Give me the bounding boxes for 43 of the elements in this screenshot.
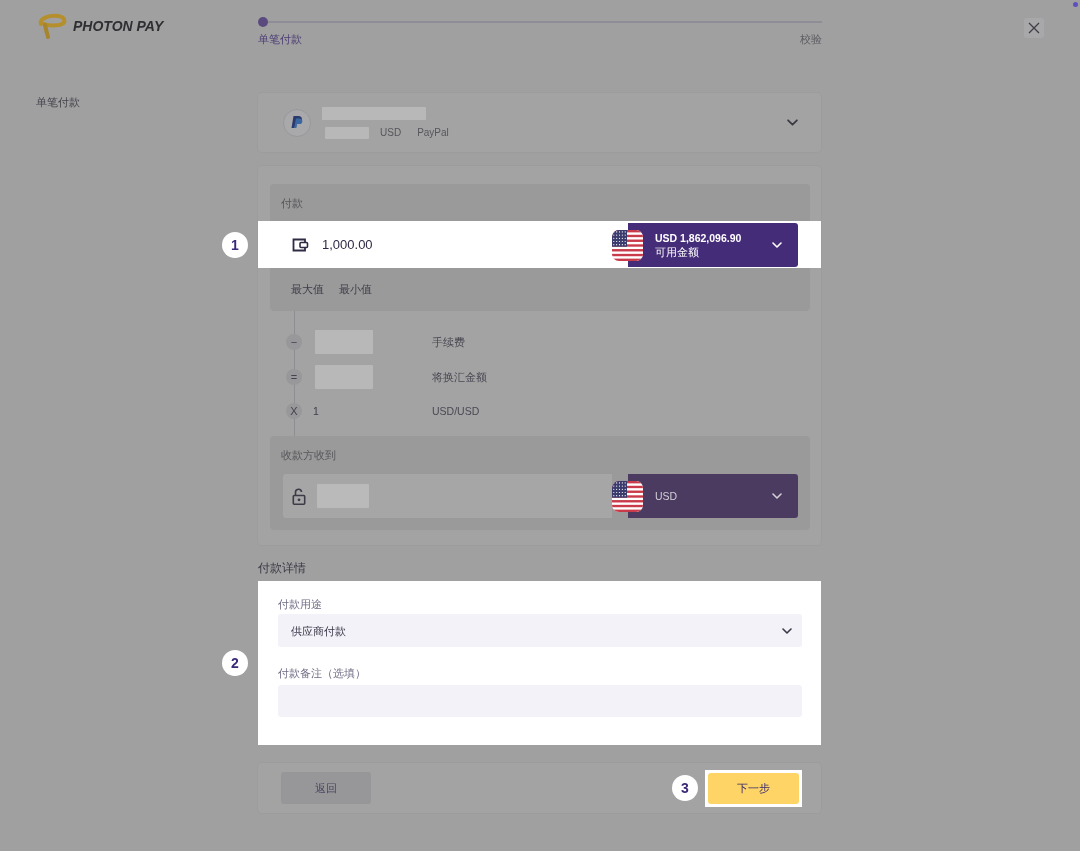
step-label[interactable]: 单笔付款 [258,32,302,46]
currency-label: USD [380,126,402,139]
chevron-icon [782,627,792,634]
back-button[interactable]: 返回 [281,772,371,804]
currency-select[interactable]: USD 1,862,096.90 可用金额 [612,223,798,267]
close-button[interactable] [1024,18,1044,38]
amount-shortcut-button[interactable]: 最大值 [291,282,324,296]
callout-number: 3 [672,775,698,801]
operator-sign: = [286,368,302,385]
step-label[interactable]: 校验 [800,32,822,46]
callout-number: 2 [222,650,248,676]
amount-field[interactable] [283,474,612,518]
callout-number: 1 [222,231,248,258]
dot-icon [1073,2,1078,7]
purpose-select[interactable]: 供应商付款 [278,614,802,647]
flag-icon [612,480,643,512]
breakdown-label: USD/USD [432,404,480,418]
next-button[interactable]: 下一步 [708,772,799,804]
breakdown-label: 将换汇金额 [432,369,487,384]
method-label: PayPal [417,126,449,139]
lock-icon [292,487,306,505]
chevron-icon [772,242,782,248]
flag-icon [612,229,643,261]
chevron-icon [787,119,798,126]
field-label: 付款备注（选填） [278,666,367,680]
chevron-icon [772,493,782,499]
currency-select[interactable]: USD [612,474,798,518]
breakdown-label: 手续费 [432,335,465,349]
field-label: 付款用途 [278,597,323,611]
wallet-icon [292,238,309,252]
rate-value: 1 [313,404,319,418]
step-dot-icon [258,17,268,27]
section-heading: 付款详情 [258,561,307,575]
logo-icon [36,12,68,40]
operator-sign: X [286,403,302,419]
payment-logo-icon [283,108,311,137]
page-title: 单笔付款 [36,95,81,109]
close-icon [1028,22,1040,34]
operator-sign: − [286,334,302,350]
section-label: 付款 [280,196,304,210]
amount-shortcut-button[interactable]: 最小值 [339,282,372,296]
section-label: 收款方收到 [280,448,337,462]
brand-name: PHOTON PAY [73,18,164,34]
